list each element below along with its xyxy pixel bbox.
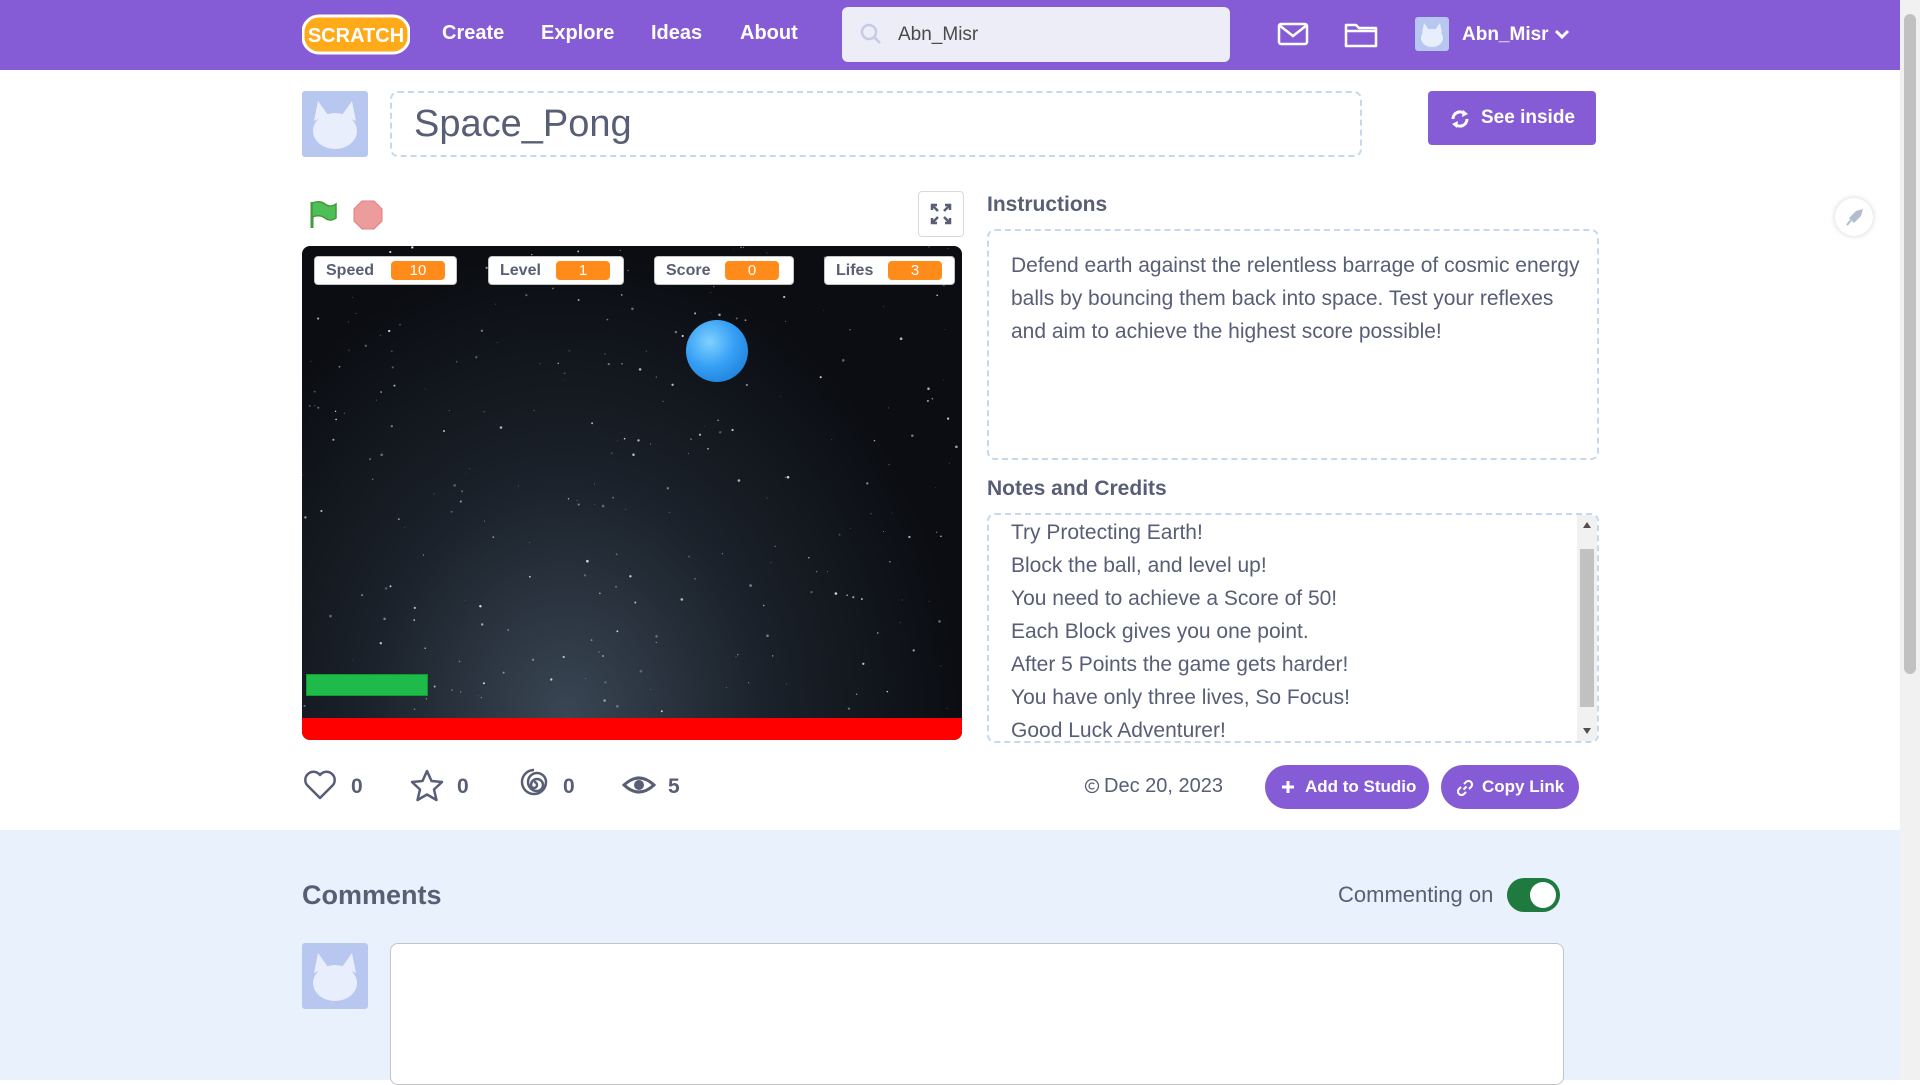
instructions-field[interactable]: Defend earth against the relentless barr…	[987, 229, 1599, 460]
notes-field[interactable]: Try Protecting Earth! Block the ball, an…	[987, 513, 1599, 743]
monitor-score-label: Score	[666, 262, 711, 279]
floating-side-button[interactable]	[1835, 198, 1873, 236]
instructions-text: Defend earth against the relentless barr…	[1011, 254, 1580, 343]
search-icon	[860, 23, 881, 44]
commenter-avatar	[302, 943, 368, 1009]
notes-line: Each Block gives you one point.	[1011, 620, 1309, 643]
username[interactable]: Abn_Misr	[1462, 24, 1549, 46]
monitor-lifes-label: Lifes	[836, 262, 874, 279]
commenting-toggle-knob	[1530, 882, 1556, 908]
monitor-speed: Speed 10	[314, 256, 457, 285]
link-icon	[1457, 780, 1473, 796]
copy-link-button[interactable]: Copy Link	[1441, 765, 1579, 809]
favorite-count: 0	[457, 775, 469, 798]
instructions-heading: Instructions	[987, 193, 1108, 216]
starfield-background	[302, 246, 958, 716]
view-count: 5	[668, 775, 680, 798]
monitor-score-value: 0	[725, 261, 779, 280]
top-navbar: SCRATCH Create Explore Ideas About Abn_M…	[0, 0, 1900, 70]
my-stuff-folder-icon[interactable]	[1344, 18, 1378, 50]
paddle-sprite	[306, 674, 428, 696]
project-author-avatar[interactable]	[302, 91, 368, 157]
comments-heading: Comments	[302, 880, 442, 910]
monitor-score: Score 0	[654, 256, 794, 285]
notes-heading: Notes and Credits	[987, 477, 1167, 500]
remix-arrows-icon	[1451, 110, 1469, 128]
comment-input[interactable]	[390, 943, 1564, 1085]
fullscreen-icon	[930, 203, 952, 225]
user-avatar[interactable]	[1415, 17, 1449, 51]
search-bar[interactable]	[842, 7, 1230, 62]
notes-line: Good Luck Adventurer!	[1011, 719, 1226, 742]
fullscreen-button[interactable]	[918, 191, 964, 237]
rocket-icon	[1846, 209, 1863, 226]
scratch-logo[interactable]: SCRATCH	[302, 14, 410, 55]
notes-line: After 5 Points the game gets harder!	[1011, 653, 1349, 676]
nav-about[interactable]: About	[740, 22, 798, 45]
monitor-level-value: 1	[556, 261, 610, 280]
nav-ideas[interactable]: Ideas	[651, 22, 702, 45]
energy-ball-sprite	[686, 320, 748, 382]
notes-line: You have only three lives, So Focus!	[1011, 686, 1350, 709]
monitor-level: Level 1	[488, 256, 624, 285]
notes-scrollbar-thumb[interactable]	[1580, 549, 1594, 707]
notes-line: Block the ball, and level up!	[1011, 554, 1267, 577]
monitor-lifes: Lifes 3	[824, 256, 955, 285]
favorite-star-icon[interactable]	[409, 768, 445, 804]
add-to-studio-button[interactable]: Add to Studio	[1265, 765, 1429, 809]
stop-icon[interactable]	[353, 200, 383, 230]
project-title-field[interactable]: Space_Pong	[390, 91, 1362, 157]
earth-boundary-line	[302, 718, 962, 740]
see-inside-button[interactable]: See inside	[1428, 91, 1596, 145]
page-scrollbar[interactable]	[1900, 0, 1920, 1080]
monitor-level-label: Level	[500, 262, 541, 279]
shared-date: Dec 20, 2023	[1104, 775, 1223, 797]
green-flag-icon[interactable]	[308, 200, 338, 230]
page-scrollbar-thumb[interactable]	[1904, 14, 1916, 674]
plus-icon	[1282, 781, 1294, 793]
remix-count: 0	[563, 775, 575, 798]
commenting-toggle[interactable]	[1507, 878, 1560, 912]
love-heart-icon[interactable]	[303, 768, 337, 802]
search-input[interactable]	[896, 19, 1220, 51]
copy-link-label: Copy Link	[1482, 777, 1565, 796]
notes-scrollbar[interactable]	[1577, 515, 1597, 741]
monitor-speed-label: Speed	[326, 262, 375, 279]
remix-spiral-icon	[520, 768, 548, 796]
views-eye-icon	[622, 776, 656, 794]
copyright-icon	[1084, 778, 1100, 794]
monitor-speed-value: 10	[391, 261, 445, 280]
notes-line: Try Protecting Earth!	[1011, 521, 1203, 544]
project-title: Space_Pong	[414, 103, 632, 145]
nav-create[interactable]: Create	[442, 22, 504, 45]
scroll-up-arrow-icon[interactable]	[1582, 521, 1592, 529]
nav-explore[interactable]: Explore	[541, 22, 614, 45]
monitor-lifes-value: 3	[888, 261, 942, 280]
messages-icon[interactable]	[1277, 18, 1309, 50]
see-inside-label: See inside	[1481, 107, 1575, 128]
add-to-studio-label: Add to Studio	[1305, 777, 1417, 796]
chevron-down-icon[interactable]	[1554, 28, 1570, 40]
commenting-status-label: Commenting on	[1338, 882, 1494, 907]
notes-line: You need to achieve a Score of 50!	[1011, 587, 1338, 610]
game-stage[interactable]: Speed 10 Level 1 Score 0 Lifes 3	[302, 246, 962, 740]
logo-text: SCRATCH	[308, 25, 404, 47]
scroll-down-arrow-icon[interactable]	[1582, 727, 1592, 735]
love-count: 0	[351, 775, 363, 798]
